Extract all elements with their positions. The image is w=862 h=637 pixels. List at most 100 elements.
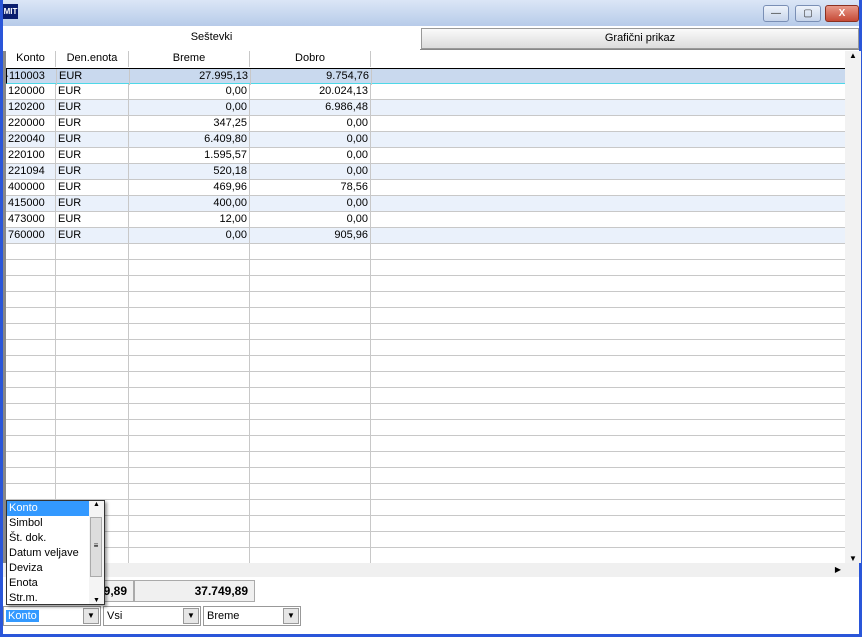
dropdown-option[interactable]: Enota: [7, 576, 90, 591]
cell: 20.024,13: [250, 84, 371, 100]
cell: 473000: [6, 212, 56, 228]
table-row[interactable]: 120000 EUR 0,00 20.024,13: [6, 84, 845, 100]
minimize-button[interactable]: —: [763, 5, 789, 22]
cell: [6, 388, 56, 404]
empty-row: [6, 308, 845, 324]
dropdown-option[interactable]: Str.m.: [7, 591, 90, 606]
cell: 6.986,48: [250, 100, 371, 116]
cell: [56, 260, 129, 276]
table-row[interactable]: 220100 EUR 1.595,57 0,00: [6, 148, 845, 164]
cell: [129, 308, 250, 324]
cell: [6, 308, 56, 324]
cell: 0,00: [250, 164, 371, 180]
cell: 905,96: [250, 228, 371, 244]
cell: [371, 308, 845, 324]
cell: 400,00: [129, 196, 250, 212]
cell: EUR: [57, 69, 130, 85]
table-row[interactable]: 415000 EUR 400,00 0,00: [6, 196, 845, 212]
cell: 120000: [6, 84, 56, 100]
chevron-down-icon[interactable]: ▼: [83, 608, 99, 624]
empty-row: [6, 420, 845, 436]
empty-row: [6, 516, 845, 532]
table-row[interactable]: 120200 EUR 0,00 6.986,48: [6, 100, 845, 116]
horizontal-scrollbar[interactable]: ▶: [3, 563, 859, 577]
scroll-down-icon[interactable]: ▼: [845, 554, 861, 563]
table-row[interactable]: 760000 EUR 0,00 905,96: [6, 228, 845, 244]
dropdown-option[interactable]: Datum veljave: [7, 546, 90, 561]
dropdown-option[interactable]: Št. dok.: [7, 531, 90, 546]
tab-graficni-prikaz[interactable]: Grafični prikaz: [421, 28, 859, 49]
cell: 12,00: [129, 212, 250, 228]
cell: [250, 308, 371, 324]
cell: 1.595,57: [129, 148, 250, 164]
tab-bar: Seštevki Grafični prikaz: [3, 26, 859, 50]
table-row[interactable]: 220040 EUR 6.409,80 0,00: [6, 132, 845, 148]
cell: EUR: [56, 148, 129, 164]
cell: [6, 420, 56, 436]
empty-row: [6, 468, 845, 484]
group-by-value: Konto: [6, 610, 39, 622]
cell: [129, 532, 250, 548]
cell: [371, 196, 845, 212]
cell: [6, 340, 56, 356]
cell: [6, 484, 56, 500]
tab-sestevki[interactable]: Seštevki: [3, 26, 420, 50]
cell: [250, 372, 371, 388]
totals-grid: Konto Den.enota Breme Dobro 110003 EUR 27.995,…: [3, 51, 845, 563]
dropdown-option[interactable]: Deviza: [7, 561, 90, 576]
cell: [371, 148, 845, 164]
close-button[interactable]: X: [825, 5, 859, 22]
table-row[interactable]: 221094 EUR 520,18 0,00: [6, 164, 845, 180]
cell: 0,00: [129, 84, 250, 100]
cell: [129, 372, 250, 388]
cell: [250, 340, 371, 356]
vertical-scrollbar[interactable]: ▲ ▼: [845, 51, 861, 563]
scroll-right-icon[interactable]: ▶: [835, 565, 841, 574]
cell: [371, 100, 845, 116]
grid-header: Konto Den.enota Breme Dobro: [6, 51, 845, 67]
cell: [371, 324, 845, 340]
cell: [371, 436, 845, 452]
cell: [6, 452, 56, 468]
empty-row: [6, 452, 845, 468]
side-select[interactable]: Breme ▼: [203, 606, 301, 626]
cell: [129, 324, 250, 340]
cell: [6, 436, 56, 452]
cell: 347,25: [129, 116, 250, 132]
cell: [56, 340, 129, 356]
chevron-down-icon[interactable]: ▼: [283, 608, 299, 624]
dropdown-scrollbar[interactable]: ▲ ≡ ▼: [89, 501, 104, 604]
chevron-down-icon[interactable]: ▼: [183, 608, 199, 624]
maximize-button[interactable]: ▢: [795, 5, 821, 22]
table-row[interactable]: 110003 EUR 27.995,13 9.754,76 ▶: [6, 68, 845, 85]
cell: EUR: [56, 164, 129, 180]
cell: [56, 324, 129, 340]
cell: [56, 484, 129, 500]
cell: 9.754,76: [251, 69, 372, 85]
cell: [56, 276, 129, 292]
cell: [250, 324, 371, 340]
table-row[interactable]: 220000 EUR 347,25 0,00: [6, 116, 845, 132]
table-row[interactable]: 473000 EUR 12,00 0,00: [6, 212, 845, 228]
table-row[interactable]: 400000 EUR 469,96 78,56: [6, 180, 845, 196]
scope-value: Vsi: [107, 610, 123, 622]
cell: [56, 420, 129, 436]
cell: [371, 420, 845, 436]
scroll-up-icon[interactable]: ▲: [845, 51, 861, 60]
cell: 221094: [6, 164, 56, 180]
empty-row: [6, 260, 845, 276]
cell: [56, 356, 129, 372]
cell: [371, 180, 845, 196]
empty-row: [6, 324, 845, 340]
cell: [56, 404, 129, 420]
empty-row: [6, 276, 845, 292]
empty-row: [6, 388, 845, 404]
title-bar: MIT — ▢ X: [3, 0, 859, 26]
cell: [250, 420, 371, 436]
scope-select[interactable]: Vsi ▼: [103, 606, 201, 626]
dropdown-option[interactable]: Simbol: [7, 516, 90, 531]
group-by-select[interactable]: Konto ▼: [3, 606, 101, 626]
dropdown-option[interactable]: Konto: [7, 501, 90, 516]
cell: 0,00: [250, 132, 371, 148]
cell: [129, 516, 250, 532]
